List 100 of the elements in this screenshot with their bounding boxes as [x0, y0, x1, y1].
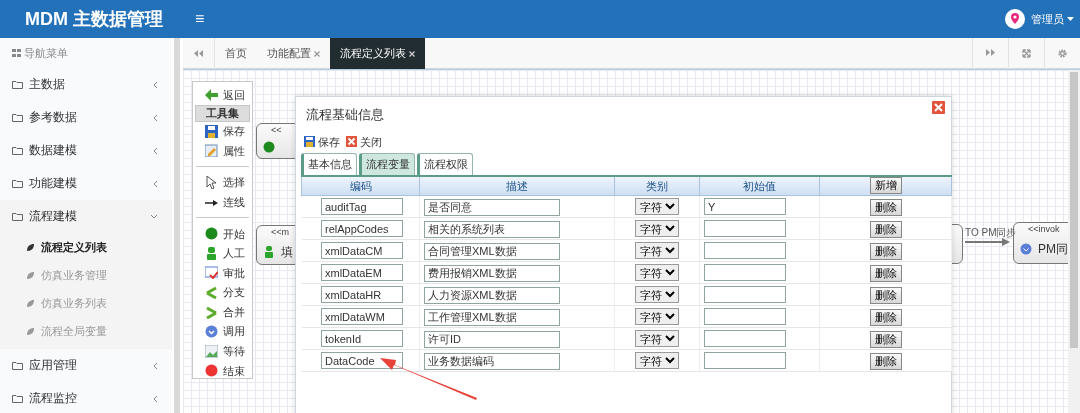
- dialog-tab[interactable]: 流程变量: [359, 153, 415, 175]
- avatar-icon[interactable]: [1005, 9, 1025, 29]
- page-tab[interactable]: 首页: [215, 38, 257, 69]
- delete-button[interactable]: 删除: [869, 242, 902, 260]
- close-icon[interactable]: [409, 50, 415, 57]
- initial-value-field[interactable]: [704, 308, 786, 325]
- toolbar-button[interactable]: 关闭: [346, 133, 382, 150]
- sidebar-item-label: 流程建模: [29, 208, 77, 224]
- sidebar-item[interactable]: 流程建模: [0, 200, 172, 233]
- description-field[interactable]: 人力资源XML数据: [424, 286, 560, 304]
- toolbox-item[interactable]: 返回: [195, 85, 250, 105]
- submenu-item[interactable]: 流程定义列表: [0, 233, 172, 261]
- folder-icon: [12, 361, 23, 370]
- initial-value-field[interactable]: [704, 286, 786, 303]
- code-field[interactable]: tokenId: [321, 330, 403, 347]
- type-dropdown[interactable]: 字符: [635, 220, 679, 237]
- delete-button[interactable]: 删除: [869, 308, 902, 326]
- sidebar-item[interactable]: 参考数据: [0, 101, 172, 134]
- toolbox-item[interactable]: 等待: [195, 341, 250, 362]
- code-field[interactable]: xmlDataHR: [321, 286, 403, 303]
- back-arrow-icon: [205, 88, 218, 102]
- check-icon: [205, 266, 218, 280]
- toolbox-item[interactable]: 连线: [195, 192, 250, 212]
- type-dropdown[interactable]: 字符: [635, 198, 679, 215]
- toolbox-item[interactable]: 结束: [195, 361, 250, 381]
- expand-icon: [1022, 49, 1031, 58]
- scrollbar[interactable]: [174, 38, 180, 413]
- menu-title: 导航菜单: [24, 45, 68, 61]
- toolbox-item[interactable]: 保存: [195, 121, 250, 142]
- description-field[interactable]: 费用报销XML数据: [424, 264, 560, 282]
- folder-icon: [12, 179, 23, 188]
- sidebar-item[interactable]: 功能建模: [0, 167, 172, 200]
- person-icon: [205, 246, 218, 260]
- person-icon: [263, 245, 275, 258]
- settings-icon: [1058, 49, 1067, 58]
- type-dropdown[interactable]: 字符: [635, 352, 679, 369]
- delete-button[interactable]: 删除: [869, 352, 902, 370]
- menu-toggle[interactable]: ≡: [195, 11, 205, 27]
- grid-icon: [12, 49, 21, 57]
- type-dropdown[interactable]: 字符: [635, 264, 679, 281]
- initial-value-field[interactable]: [704, 330, 786, 347]
- sidebar-item-label: 主数据: [29, 76, 65, 92]
- toolbox-item[interactable]: 分支: [195, 282, 250, 303]
- delete-button[interactable]: 删除: [869, 264, 902, 282]
- circle-icon: [205, 364, 218, 378]
- toolbox-item[interactable]: 合并: [195, 302, 250, 322]
- toolbox-item[interactable]: 开始: [195, 223, 250, 244]
- toolbox-item[interactable]: 调用: [195, 321, 250, 342]
- description-field[interactable]: 业务数据编码: [424, 352, 560, 370]
- initial-value-field[interactable]: [704, 264, 786, 281]
- initial-value-field[interactable]: [704, 352, 786, 369]
- description-field[interactable]: 是否同意: [424, 198, 560, 216]
- save-icon: [205, 124, 218, 138]
- code-field[interactable]: xmlDataCM: [321, 242, 403, 259]
- code-field[interactable]: relAppCodes: [321, 220, 403, 237]
- leaf-icon: [26, 326, 35, 336]
- initial-value-field[interactable]: [704, 242, 786, 259]
- toolbox-item[interactable]: 人工: [195, 243, 250, 264]
- code-field[interactable]: xmlDataEM: [321, 264, 403, 281]
- close-icon: [346, 136, 357, 148]
- sidebar-item[interactable]: 数据建模: [0, 134, 172, 167]
- toolbox-item[interactable]: 审批: [195, 263, 250, 283]
- circle-icon: [205, 227, 218, 241]
- delete-button[interactable]: 删除: [869, 330, 902, 348]
- description-field[interactable]: 工作管理XML数据: [424, 308, 560, 326]
- code-field[interactable]: auditTag: [321, 198, 403, 215]
- type-dropdown[interactable]: 字符: [635, 242, 679, 259]
- delete-button[interactable]: 删除: [869, 286, 902, 304]
- scrollbar[interactable]: [1070, 72, 1078, 348]
- description-field[interactable]: 合同管理XML数据: [424, 242, 560, 260]
- page-tab[interactable]: 功能配置: [257, 38, 330, 69]
- type-dropdown[interactable]: 字符: [635, 330, 679, 347]
- code-field[interactable]: DataCode: [321, 352, 403, 369]
- close-icon[interactable]: [932, 101, 945, 114]
- dialog-tab[interactable]: 流程权限: [417, 153, 473, 175]
- double-right-icon: [986, 49, 995, 58]
- toolbar-button[interactable]: 保存: [304, 133, 340, 150]
- user-menu[interactable]: 管理员: [1031, 10, 1074, 28]
- toolbox-item[interactable]: 选择: [195, 172, 250, 193]
- delete-button[interactable]: 删除: [869, 220, 902, 238]
- sidebar-item[interactable]: 流程监控: [0, 382, 172, 413]
- page-tab[interactable]: 流程定义列表: [330, 38, 425, 69]
- description-field[interactable]: 许可ID: [424, 330, 560, 348]
- sidebar-item-label: 功能建模: [29, 175, 77, 191]
- image-icon: [205, 344, 218, 358]
- delete-button[interactable]: 删除: [869, 198, 902, 216]
- leaf-icon: [26, 270, 35, 280]
- code-field[interactable]: xmlDataWM: [321, 308, 403, 325]
- circle-icon: [263, 140, 275, 153]
- initial-value-field[interactable]: Y: [704, 198, 786, 215]
- add-button[interactable]: 新增: [869, 177, 902, 195]
- sidebar-item[interactable]: 应用管理: [0, 349, 172, 382]
- dialog-tab[interactable]: 基本信息: [301, 153, 357, 175]
- column-header: 编码: [301, 175, 420, 196]
- sidebar-item[interactable]: 主数据: [0, 68, 172, 101]
- type-dropdown[interactable]: 字符: [635, 286, 679, 303]
- description-field[interactable]: 相关的系统列表: [424, 220, 560, 238]
- type-dropdown[interactable]: 字符: [635, 308, 679, 325]
- initial-value-field[interactable]: [704, 220, 786, 237]
- toolbox-item[interactable]: 属性: [195, 141, 250, 161]
